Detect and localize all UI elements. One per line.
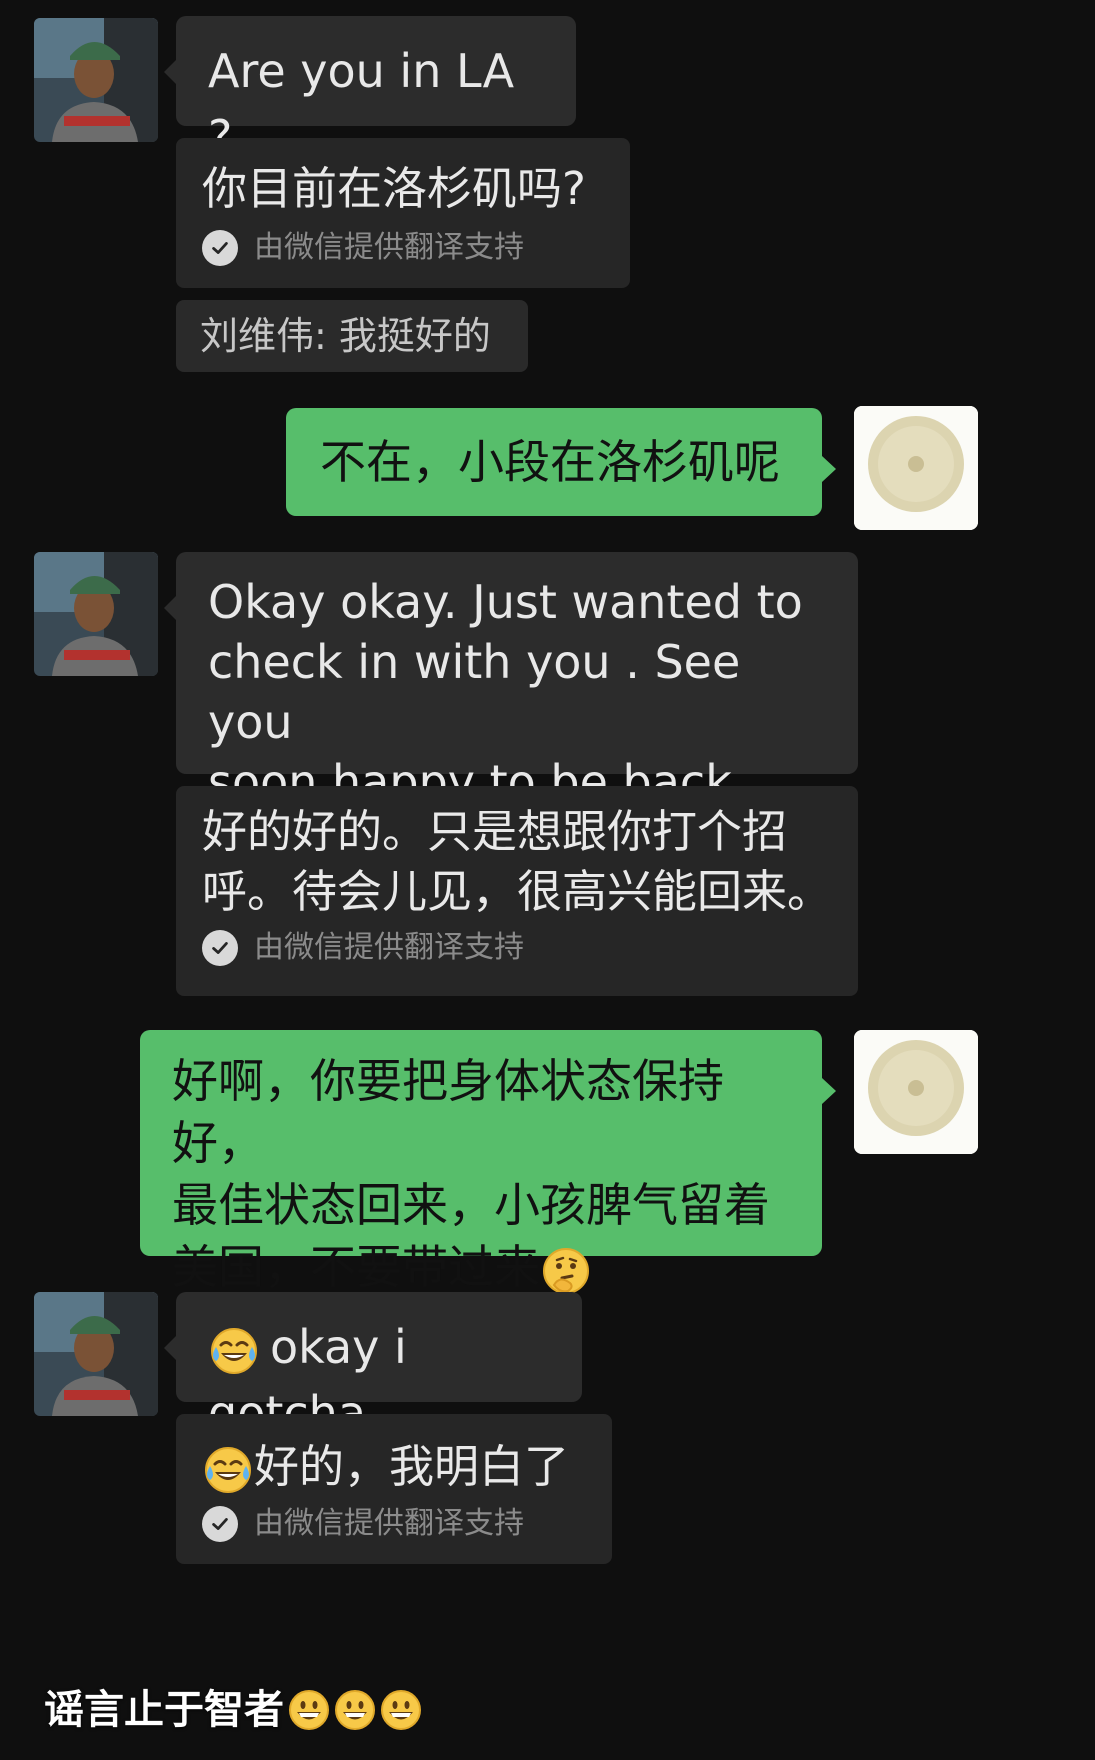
message-bubble-incoming[interactable]: Are you in LA ? — [164, 16, 576, 164]
message-text-line: Okay okay. Just wanted to — [208, 575, 803, 629]
check-icon — [202, 1506, 238, 1542]
translation-provider-label: 由微信提供翻译支持 — [254, 930, 524, 965]
contact-avatar-photo — [34, 18, 158, 142]
contact-avatar[interactable] — [34, 1292, 158, 1416]
check-icon — [202, 930, 238, 966]
message-text-line: check in with you . See you — [208, 635, 741, 749]
my-avatar[interactable] — [854, 1030, 978, 1154]
translation-text: 好的，我明白了 — [254, 1440, 570, 1493]
message-text-fragment: 美国，不要带过来 — [172, 1240, 540, 1294]
translation-provider-label: 由微信提供翻译支持 — [254, 230, 524, 265]
contact-avatar-photo — [34, 1292, 158, 1416]
message-text-line: 好啊，你要把身体状态保持好， — [172, 1054, 724, 1170]
message-text-line: 最佳状态回来，小孩脾气留着 — [172, 1178, 770, 1232]
my-avatar-image — [854, 1030, 978, 1154]
my-avatar-image — [854, 406, 978, 530]
quoted-message[interactable]: 刘维伟: 我挺好的 — [176, 300, 528, 372]
message-text-line: 美国，不要带过来 — [172, 1236, 790, 1298]
translation-provider: 由微信提供翻译支持 — [202, 228, 604, 268]
translation-provider: 由微信提供翻译支持 — [202, 928, 832, 968]
grinning-face-icon — [380, 1689, 422, 1731]
message-bubble-incoming[interactable]: Okay okay. Just wanted to check in with … — [164, 552, 858, 809]
translation-box[interactable]: 好的，我明白了 由微信提供翻译支持 — [176, 1414, 612, 1564]
contact-avatar-photo — [34, 552, 158, 676]
grinning-face-icon — [288, 1689, 330, 1731]
quoted-message-text: 刘维伟: 我挺好的 — [200, 314, 491, 358]
translation-text-line: 好的好的。只是想跟你打个招 — [202, 805, 788, 858]
message-bubble-outgoing[interactable]: 不在，小段在洛杉矶呢 — [286, 408, 836, 516]
grinning-face-icon — [334, 1689, 376, 1731]
message-bubble-outgoing[interactable]: 好啊，你要把身体状态保持好， 最佳状态回来，小孩脾气留着 美国，不要带过来 — [140, 1030, 836, 1294]
message-text: 不在，小段在洛杉矶呢 — [320, 435, 780, 489]
watermark-text: 谣言止于智者 — [44, 1687, 284, 1733]
message-bubble-incoming[interactable]: okay i gotcha — [164, 1292, 582, 1440]
translation-provider-label: 由微信提供翻译支持 — [254, 1506, 524, 1541]
translation-provider: 由微信提供翻译支持 — [202, 1504, 586, 1544]
contact-avatar[interactable] — [34, 552, 158, 676]
watermark-caption: 谣言止于智者 — [44, 1680, 422, 1740]
translation-text: 你目前在洛杉矶吗? — [202, 162, 586, 215]
my-avatar[interactable] — [854, 406, 978, 530]
tears-of-joy-icon — [202, 1444, 254, 1496]
contact-avatar[interactable] — [34, 18, 158, 142]
thinking-face-icon — [540, 1245, 592, 1297]
translation-box[interactable]: 你目前在洛杉矶吗? 由微信提供翻译支持 — [176, 138, 630, 288]
translation-text-line: 呼。待会儿见，很高兴能回来。 — [202, 865, 833, 918]
translation-text-row: 好的，我明白了 — [202, 1434, 586, 1500]
check-icon — [202, 230, 238, 266]
translation-box[interactable]: 好的好的。只是想跟你打个招 呼。待会儿见，很高兴能回来。 由微信提供翻译支持 — [176, 786, 858, 996]
tears-of-joy-icon — [208, 1325, 260, 1377]
